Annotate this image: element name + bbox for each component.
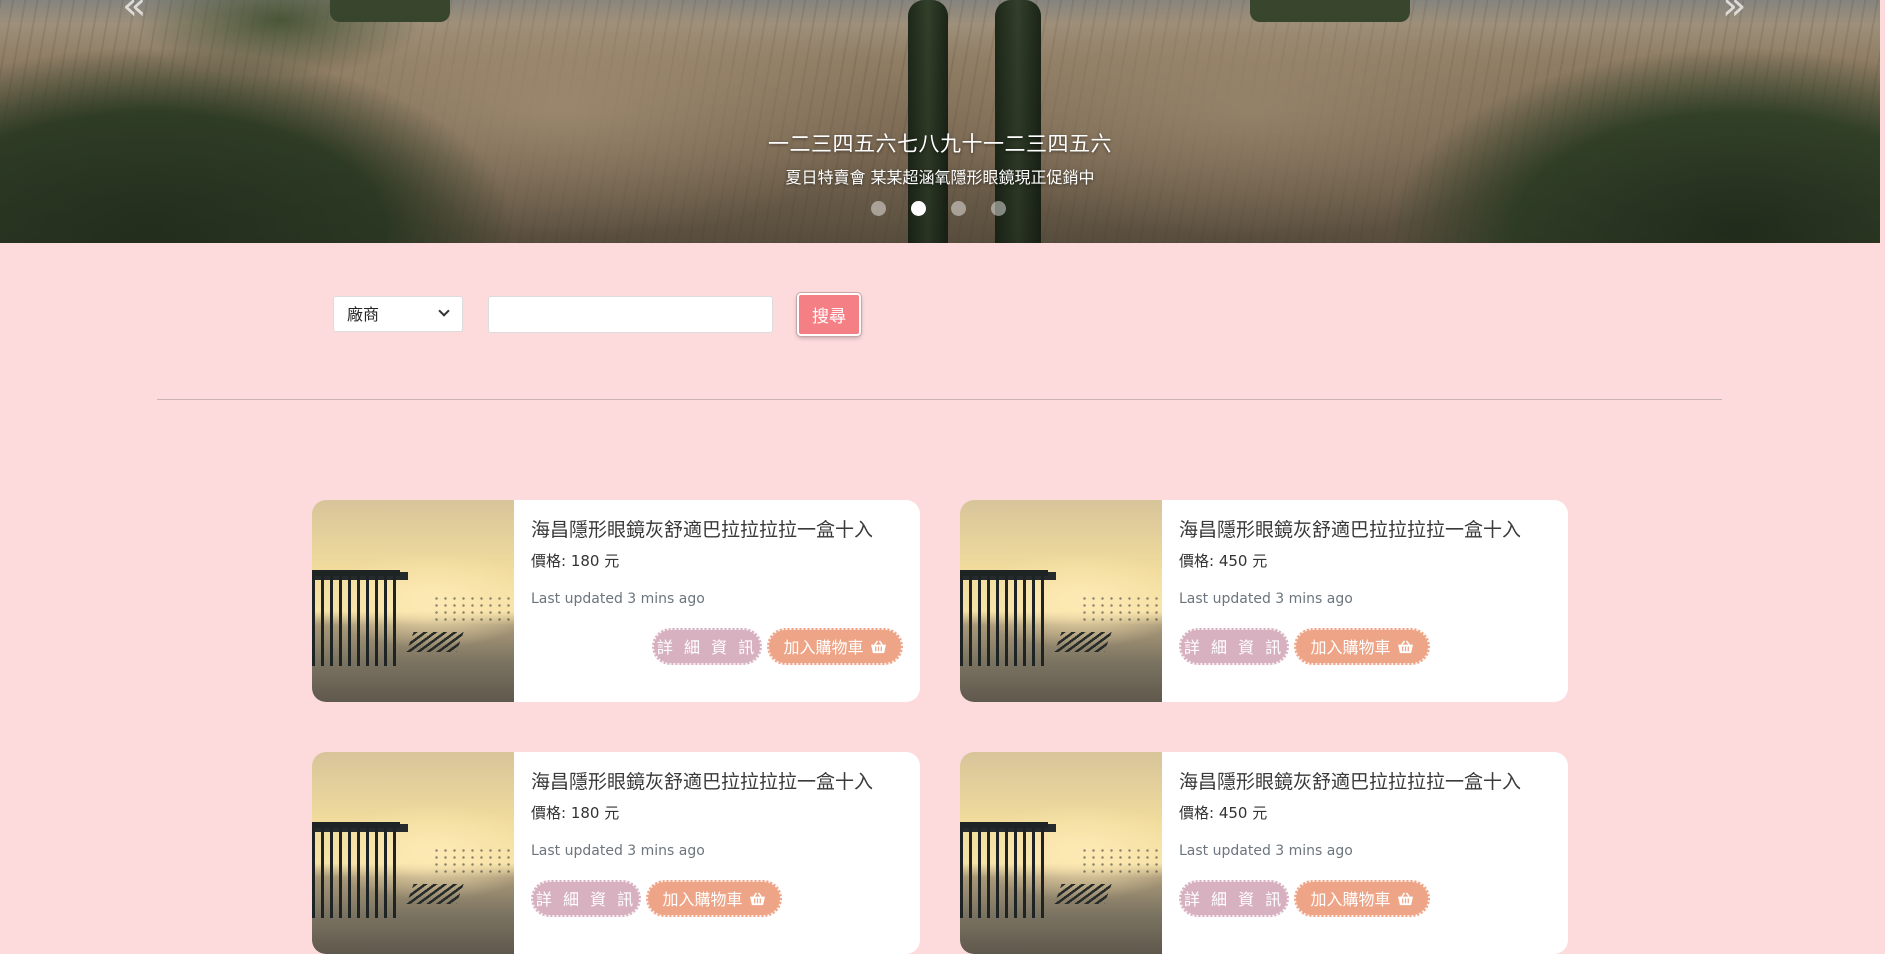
chevron-down-icon	[438, 305, 450, 317]
product-updated-time: Last updated 3 mins ago	[531, 843, 705, 859]
carousel-indicator-4[interactable]	[991, 201, 1006, 216]
product-price: 價格: 450 元	[1179, 804, 1268, 822]
product-updated-time: Last updated 3 mins ago	[1179, 591, 1353, 607]
section-divider	[157, 399, 1722, 400]
product-title[interactable]: 海昌隱形眼鏡灰舒適巴拉拉拉拉一盒十入	[531, 515, 873, 542]
search-button[interactable]: 搜尋	[797, 293, 861, 336]
detail-button-label: 詳 細 資 訊	[535, 890, 637, 909]
add-to-cart-button[interactable]: 加入購物車	[767, 628, 903, 665]
product-card: 海昌隱形眼鏡灰舒適巴拉拉拉拉一盒十入 價格: 180 元 Last update…	[312, 500, 920, 702]
add-to-cart-label: 加入購物車	[662, 890, 743, 909]
product-image[interactable]	[960, 752, 1162, 954]
product-card: 海昌隱形眼鏡灰舒適巴拉拉拉拉一盒十入 價格: 180 元 Last update…	[312, 752, 920, 954]
product-price: 價格: 180 元	[531, 804, 620, 822]
search-input[interactable]	[488, 296, 773, 333]
carousel-indicators	[871, 201, 1006, 216]
product-updated-time: Last updated 3 mins ago	[531, 591, 705, 607]
add-to-cart-label: 加入購物車	[783, 638, 864, 657]
detail-button-label: 詳 細 資 訊	[1183, 890, 1285, 909]
detail-button[interactable]: 詳 細 資 訊	[1179, 628, 1289, 665]
detail-button-label: 詳 細 資 訊	[656, 638, 758, 657]
product-card: 海昌隱形眼鏡灰舒適巴拉拉拉拉一盒十入 價格: 450 元 Last update…	[960, 752, 1568, 954]
hero-title: 一二三四五六七八九十一二三四五六	[768, 132, 1112, 156]
basket-icon	[870, 639, 886, 653]
hero-carousel: « » 一二三四五六七八九十一二三四五六 夏日特賣會 某某超涵氧隱形眼鏡現正促銷…	[0, 0, 1880, 243]
product-card: 海昌隱形眼鏡灰舒適巴拉拉拉拉一盒十入 價格: 450 元 Last update…	[960, 500, 1568, 702]
detail-button[interactable]: 詳 細 資 訊	[531, 880, 641, 917]
basket-icon	[1397, 639, 1413, 653]
product-title[interactable]: 海昌隱形眼鏡灰舒適巴拉拉拉拉一盒十入	[1179, 767, 1521, 794]
detail-button[interactable]: 詳 細 資 訊	[1179, 880, 1289, 917]
carousel-prev-icon[interactable]: «	[122, 0, 146, 26]
carousel-indicator-1[interactable]	[871, 201, 886, 216]
product-image[interactable]	[960, 500, 1162, 702]
basket-icon	[1397, 891, 1413, 905]
carousel-indicator-3[interactable]	[951, 201, 966, 216]
add-to-cart-label: 加入購物車	[1310, 638, 1391, 657]
hero-subtitle: 夏日特賣會 某某超涵氧隱形眼鏡現正促銷中	[785, 168, 1095, 187]
product-title[interactable]: 海昌隱形眼鏡灰舒適巴拉拉拉拉一盒十入	[531, 767, 873, 794]
carousel-next-icon[interactable]: »	[1722, 0, 1746, 26]
detail-button[interactable]: 詳 細 資 訊	[652, 628, 762, 665]
product-price: 價格: 180 元	[531, 552, 620, 570]
product-updated-time: Last updated 3 mins ago	[1179, 843, 1353, 859]
carousel-indicator-2[interactable]	[911, 201, 926, 216]
add-to-cart-button[interactable]: 加入購物車	[646, 880, 782, 917]
basket-icon	[749, 891, 765, 905]
product-image[interactable]	[312, 752, 514, 954]
product-image[interactable]	[312, 500, 514, 702]
category-select-value: 廠商	[347, 305, 380, 324]
detail-button-label: 詳 細 資 訊	[1183, 638, 1285, 657]
add-to-cart-button[interactable]: 加入購物車	[1294, 880, 1430, 917]
product-price: 價格: 450 元	[1179, 552, 1268, 570]
add-to-cart-label: 加入購物車	[1310, 890, 1391, 909]
add-to-cart-button[interactable]: 加入購物車	[1294, 628, 1430, 665]
product-title[interactable]: 海昌隱形眼鏡灰舒適巴拉拉拉拉一盒十入	[1179, 515, 1521, 542]
category-select[interactable]: 廠商	[333, 296, 463, 332]
